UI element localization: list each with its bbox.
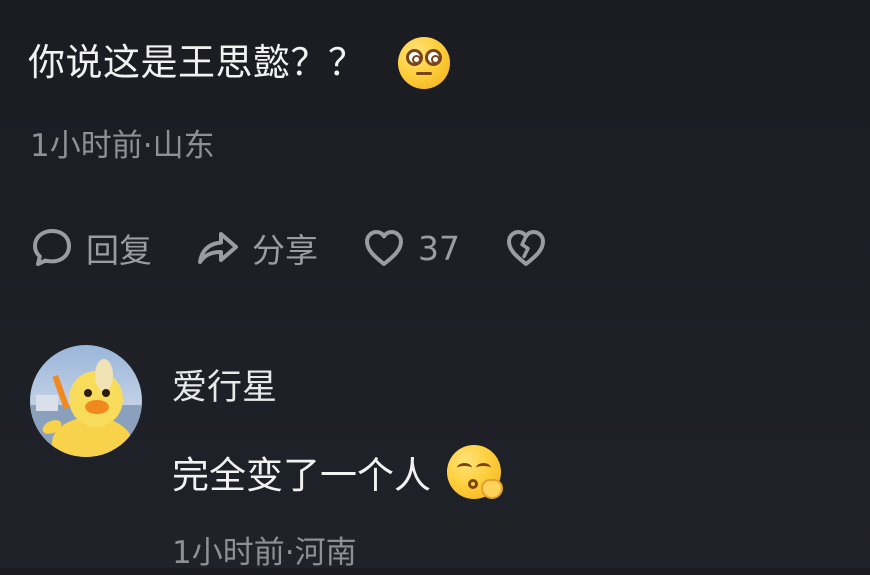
reply-meta: 1小时前·河南 <box>172 535 357 571</box>
dizzy-face-icon <box>397 37 450 89</box>
comment-text: 你说这是王思懿？？ <box>28 41 366 84</box>
comment-bubble-icon <box>33 229 71 266</box>
reply-button[interactable]: 回复 <box>30 224 152 272</box>
share-arrow-icon <box>198 232 238 264</box>
dislike-button[interactable] <box>504 226 548 270</box>
broken-heart-icon <box>507 230 545 266</box>
duck-mascot-icon <box>30 359 142 457</box>
heart-icon <box>365 230 403 266</box>
shushing-face-icon <box>447 445 503 499</box>
avatar[interactable] <box>30 345 142 457</box>
comment-body: 你说这是王思懿？？ <box>28 36 450 90</box>
reply-label: 回复 <box>86 231 152 270</box>
reply-username[interactable]: 爱行星 <box>172 359 277 410</box>
like-count: 37 <box>418 228 460 268</box>
reply-body: 完全变了一个人 <box>172 445 503 499</box>
share-label: 分享 <box>252 231 318 270</box>
comment-action-bar: 回复 分享 37 <box>30 223 592 273</box>
reply-comment: 爱行星 完全变了一个人 1小时前·河南 <box>30 345 830 575</box>
like-button[interactable]: 37 <box>362 226 460 270</box>
reply-text: 完全变了一个人 <box>172 454 431 497</box>
share-button[interactable]: 分享 <box>196 224 318 272</box>
comment-meta: 1小时前·山东 <box>30 128 215 164</box>
